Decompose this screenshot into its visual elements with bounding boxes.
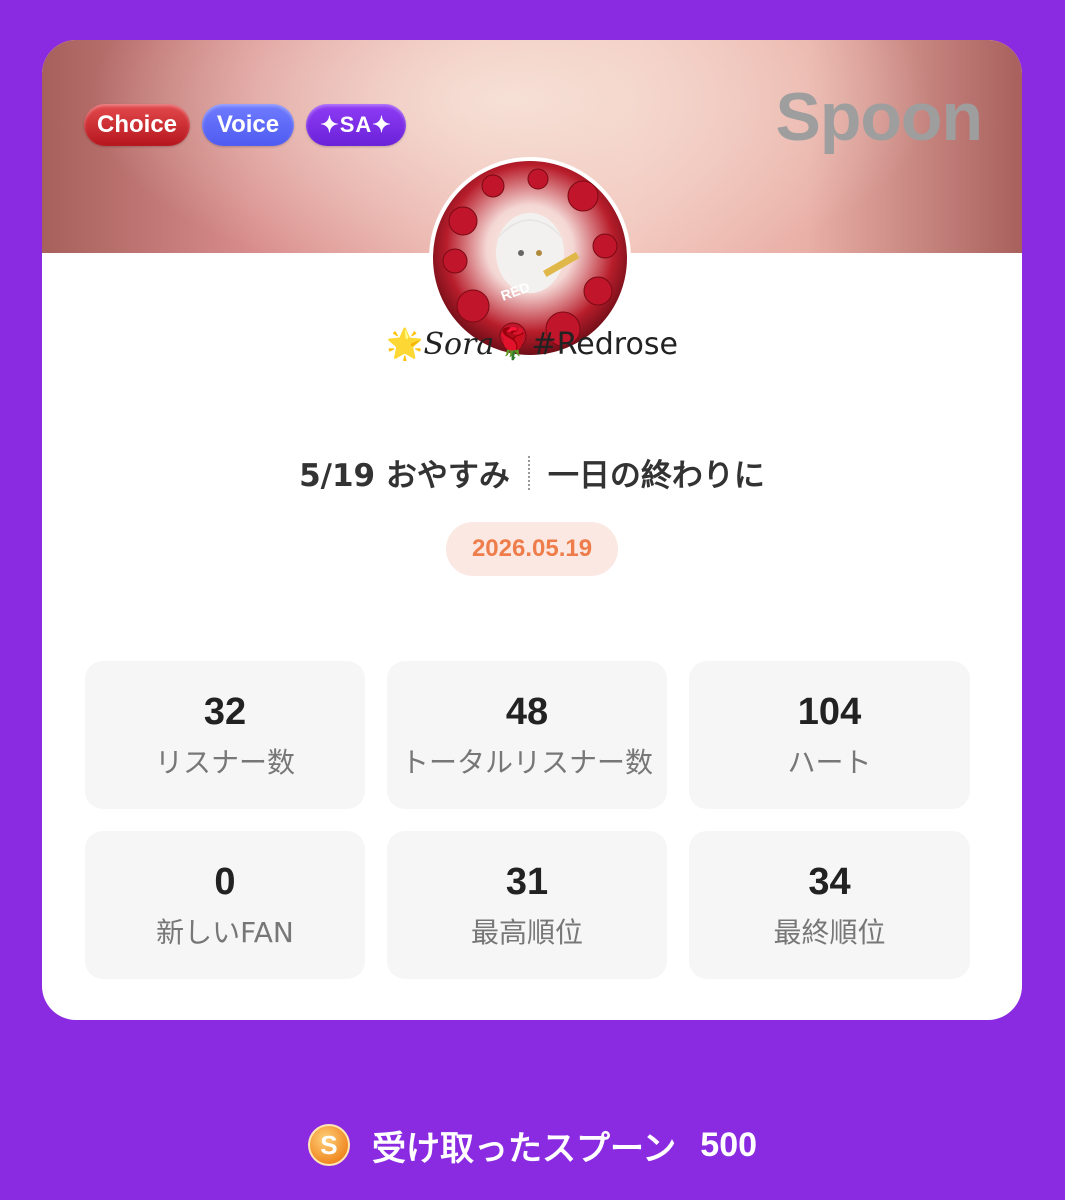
voice-badge: Voice [202, 104, 294, 146]
stat-value: 104 [797, 691, 862, 733]
spoons-received-value: 500 [700, 1125, 758, 1164]
stat-label: 新しいFAN [156, 916, 294, 949]
spoon-logo: Spoon [775, 79, 983, 155]
stat-new-fans: 0 新しいFAN [85, 831, 365, 979]
title-divider [527, 455, 530, 490]
date-badge: 2026.05.19 [446, 522, 618, 576]
stat-label: 最終順位 [773, 916, 886, 949]
sa-badge: ✦SA✦ [306, 104, 406, 146]
stat-value: 0 [214, 861, 236, 903]
stat-value: 48 [505, 691, 549, 733]
spoons-received-label: 受け取ったスプーン [371, 1128, 677, 1169]
stat-final-rank: 34 最終順位 [689, 831, 970, 979]
stat-label: ハート [787, 746, 872, 779]
spoons-received: S 受け取ったスプーン 500 [0, 1120, 1065, 1170]
choice-badge: Choice [84, 104, 190, 146]
spoon-coin-icon: S [307, 1124, 350, 1166]
stat-highest-rank: 31 最高順位 [387, 831, 667, 979]
stat-value: 31 [505, 861, 549, 903]
stats-grid: 32 リスナー数 48 トータルリスナー数 104 ハート 0 新しいFAN 3… [85, 661, 971, 979]
stat-label: トータルリスナー数 [400, 746, 653, 779]
live-title-date: 5/19 おやすみ [299, 458, 510, 494]
rose-frame-illustration: RED [442, 168, 618, 350]
live-title-text: 一日の終わりに [547, 458, 765, 494]
badge-row: Choice Voice ✦SA✦ [84, 104, 406, 146]
avatar-image: RED [433, 161, 627, 355]
stat-total-listeners: 48 トータルリスナー数 [387, 661, 667, 809]
stat-hearts: 104 ハート [689, 661, 970, 809]
username[interactable]: 🌟Sora🌹#Redrose [42, 327, 1022, 362]
stat-label: リスナー数 [154, 746, 295, 779]
star-icon: 🌟 [386, 327, 424, 362]
stat-value: 32 [203, 691, 247, 733]
live-title: 5/19 おやすみ 一日の終わりに [42, 450, 1022, 495]
user-name: Sora [423, 327, 495, 362]
svg-text:RED: RED [499, 279, 532, 304]
user-tag: #Redrose [531, 327, 678, 362]
live-report-card: Choice Voice ✦SA✦ Spoon RED 🌟Sora🌹#Redro… [42, 40, 1022, 1020]
stat-value: 34 [808, 861, 851, 903]
rose-icon: 🌹 [494, 327, 532, 362]
stat-label: 最高順位 [470, 916, 583, 949]
stat-listeners: 32 リスナー数 [85, 661, 365, 809]
